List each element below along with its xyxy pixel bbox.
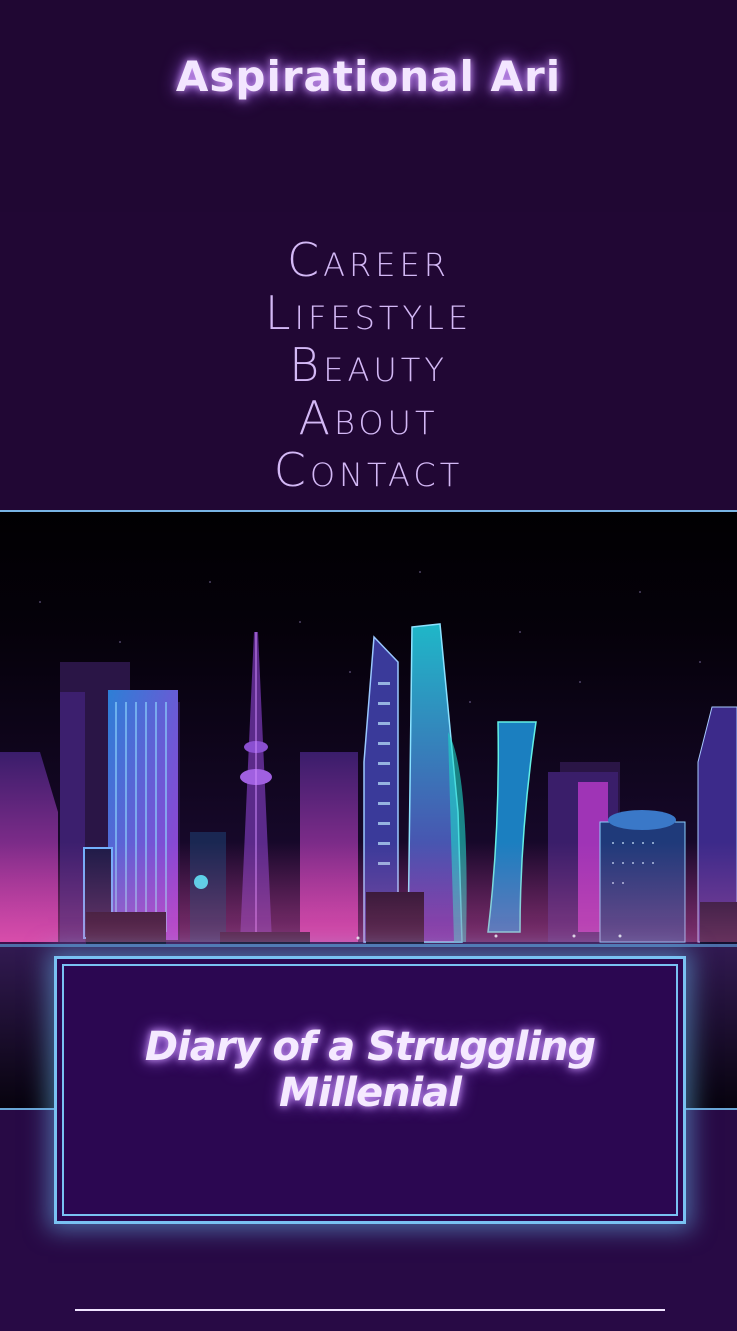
- nav-item-contact[interactable]: Contact: [0, 444, 737, 497]
- footer-divider: [75, 1309, 665, 1311]
- site-header: Aspirational Ari: [0, 0, 737, 212]
- banner-inner-frame: Diary of a Struggling Millenial: [62, 964, 678, 1216]
- main-nav: Career Lifestyle Beauty About Contact: [0, 212, 737, 510]
- nav-item-lifestyle[interactable]: Lifestyle: [0, 287, 737, 340]
- nav-item-career[interactable]: Career: [0, 234, 737, 287]
- banner-title: Diary of a Struggling Millenial: [144, 1024, 596, 1116]
- nav-item-about[interactable]: About: [0, 392, 737, 445]
- blog-banner: Diary of a Struggling Millenial: [54, 956, 686, 1224]
- site-title[interactable]: Aspirational Ari: [0, 52, 737, 101]
- nav-list: Career Lifestyle Beauty About Contact: [0, 234, 737, 497]
- nav-item-beauty[interactable]: Beauty: [0, 339, 737, 392]
